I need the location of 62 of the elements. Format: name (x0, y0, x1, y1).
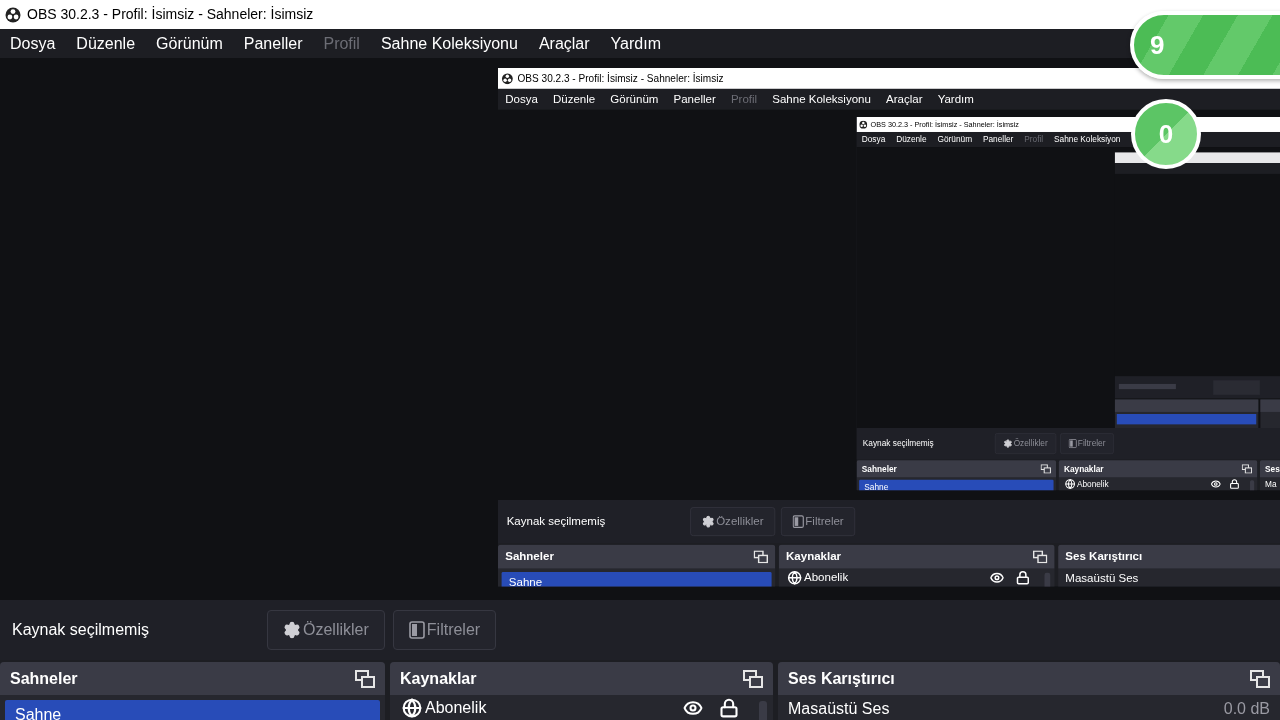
menu-item[interactable]: Araçlar (886, 90, 923, 108)
menu-item[interactable]: Dosya (10, 31, 56, 56)
menu-item[interactable]: Düzenle (76, 31, 136, 56)
dock-title: Sahneler (861, 463, 897, 475)
source-name[interactable]: Abonelik (804, 571, 988, 585)
visibility-icon[interactable] (683, 698, 703, 718)
source-name[interactable]: Abonelik (425, 699, 680, 717)
scene-item[interactable]: Sahne (859, 479, 1054, 491)
menu-item[interactable]: Sahne Koleksiyon (1054, 133, 1121, 146)
app-logo-icon (5, 6, 21, 23)
undock-icon[interactable] (355, 669, 375, 688)
undock-icon[interactable] (743, 669, 763, 688)
selection-status: Kaynak seçilmemiş (862, 437, 935, 450)
menu-item[interactable]: Dosya (505, 90, 538, 108)
menu-item[interactable]: Yardım (610, 31, 661, 56)
dock-title: Kaynaklar (786, 549, 842, 565)
menu-item[interactable]: Paneller (243, 31, 303, 56)
menu-item[interactable]: Düzenle (553, 90, 596, 108)
dock-title: Ses Karıştırıcı (788, 668, 895, 689)
lock-icon[interactable] (1015, 570, 1031, 585)
lock-icon[interactable] (719, 698, 739, 718)
menu-item[interactable]: Sahne Koleksiyonu (772, 90, 871, 108)
menu-item[interactable]: Görünüm (610, 90, 659, 108)
visibility-icon[interactable] (989, 570, 1005, 585)
undock-icon[interactable] (753, 550, 768, 563)
scene-item[interactable]: Sahne (501, 572, 772, 587)
menu-item[interactable]: Paneller (673, 90, 716, 108)
dock-title: Ses (1265, 463, 1280, 475)
dock-title: Sahneler (505, 549, 554, 565)
undock-icon[interactable] (1032, 550, 1048, 563)
menu-item[interactable]: Görünüm (937, 133, 973, 146)
menu-item[interactable]: Yardım (937, 90, 974, 108)
counter-value: 0 (1158, 117, 1174, 151)
dock-title: Sahneler (10, 668, 78, 689)
menu-item[interactable]: Düzenle (896, 133, 927, 146)
window-title: OBS 30.2.3 - Profil: İsimsiz - Sahneler: İsimsiz (517, 71, 724, 86)
audio-channel-name: Masaüstü Ses (1065, 571, 1139, 587)
filter-icon (408, 621, 425, 639)
selection-status: Kaynak seçilmemiş (12, 620, 150, 640)
menu-item[interactable]: Paneller (982, 133, 1014, 146)
menu-item[interactable]: Görünüm (156, 31, 223, 56)
counter-value: 9 (1150, 28, 1165, 62)
gear-icon (283, 621, 301, 639)
audio-channel-name: Ma (1265, 478, 1277, 491)
volume-reading: 0.0 dB (1223, 699, 1270, 719)
selection-status: Kaynak seçilmemiş (506, 514, 607, 530)
menu-item[interactable]: Sahne Koleksiyonu (380, 31, 518, 56)
audio-channel-name: Masaüstü Ses (788, 699, 890, 719)
dock-title: Kaynaklar (400, 668, 477, 689)
gear-icon (701, 515, 715, 529)
window-title: OBS 30.2.3 - Profil: İsimsiz - Sahneler: İsimsiz (27, 5, 314, 24)
globe-icon (787, 570, 802, 585)
dock-title: Ses Karıştırıcı (1065, 549, 1143, 565)
app-logo-icon (859, 120, 868, 129)
scene-item[interactable]: Sahne (5, 700, 380, 720)
undock-icon[interactable] (1250, 669, 1270, 688)
menu-item[interactable]: Araçlar (538, 31, 590, 56)
source-name[interactable]: Abonelik (1076, 479, 1210, 489)
dock-title: Kaynaklar (1063, 463, 1104, 475)
menu-item[interactable]: Dosya (861, 133, 886, 146)
globe-icon (402, 698, 422, 718)
app-logo-icon (501, 72, 514, 85)
